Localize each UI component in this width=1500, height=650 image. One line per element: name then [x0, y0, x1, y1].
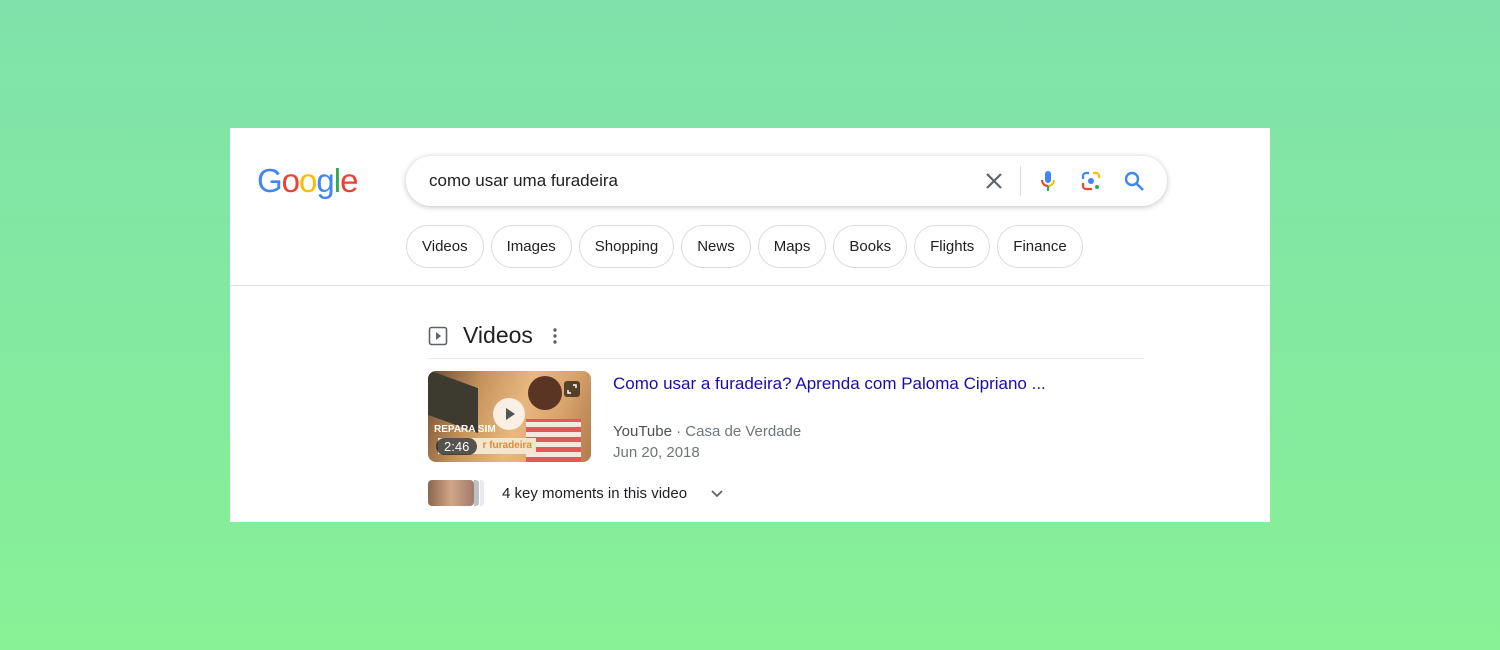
chevron-down-icon[interactable]	[709, 485, 725, 501]
video-thumbnail[interactable]: REPARA SIM r furadeira 2:46	[428, 371, 591, 462]
chip-images[interactable]: Images	[490, 225, 572, 268]
separator	[1020, 166, 1021, 196]
key-moment-thumbnail	[428, 480, 474, 506]
chip-finance[interactable]: Finance	[997, 225, 1083, 268]
videos-heading: Videos	[463, 322, 533, 348]
video-duration: 2:46	[436, 438, 478, 455]
header-divider	[230, 285, 1270, 286]
video-play-icon	[428, 326, 448, 345]
chip-news[interactable]: News	[681, 225, 751, 268]
search-icon[interactable]	[1122, 169, 1146, 193]
chip-videos[interactable]: Videos	[406, 225, 484, 268]
chip-maps[interactable]: Maps	[757, 225, 827, 268]
google-logo[interactable]: Google	[257, 162, 358, 200]
key-moments-toggle[interactable]: 4 key moments in this video	[428, 480, 725, 506]
videos-section-header: Videos	[428, 322, 565, 349]
close-icon[interactable]	[982, 169, 1006, 193]
chip-books[interactable]: Books	[833, 225, 908, 268]
stacked-thumbnail	[480, 480, 484, 506]
microphone-icon[interactable]	[1036, 169, 1060, 193]
key-moments-label: 4 key moments in this video	[502, 484, 688, 502]
video-date: Jun 20, 2018	[613, 444, 700, 461]
more-options-icon[interactable]	[545, 326, 565, 346]
search-results-card: Google Videos Images Shopping News Maps …	[230, 128, 1270, 522]
section-divider	[428, 358, 1144, 359]
source-name: YouTube	[613, 423, 672, 440]
chip-flights[interactable]: Flights	[914, 225, 991, 268]
lens-icon[interactable]	[1079, 169, 1103, 193]
video-title-link[interactable]: Como usar a furadeira? Aprenda com Palom…	[613, 374, 1046, 394]
play-icon[interactable]	[493, 398, 525, 430]
video-source: YouTube · Casa de Verdade	[613, 423, 802, 440]
search-box	[406, 156, 1167, 206]
chip-shopping[interactable]: Shopping	[578, 225, 675, 268]
thumbnail-text: REPARA SIM	[434, 424, 496, 435]
search-input[interactable]	[429, 156, 969, 206]
channel-name: Casa de Verdade	[685, 423, 802, 440]
stacked-thumbnail	[474, 480, 479, 506]
search-filter-chips: Videos Images Shopping News Maps Books F…	[406, 225, 1083, 268]
expand-icon[interactable]	[564, 381, 580, 397]
